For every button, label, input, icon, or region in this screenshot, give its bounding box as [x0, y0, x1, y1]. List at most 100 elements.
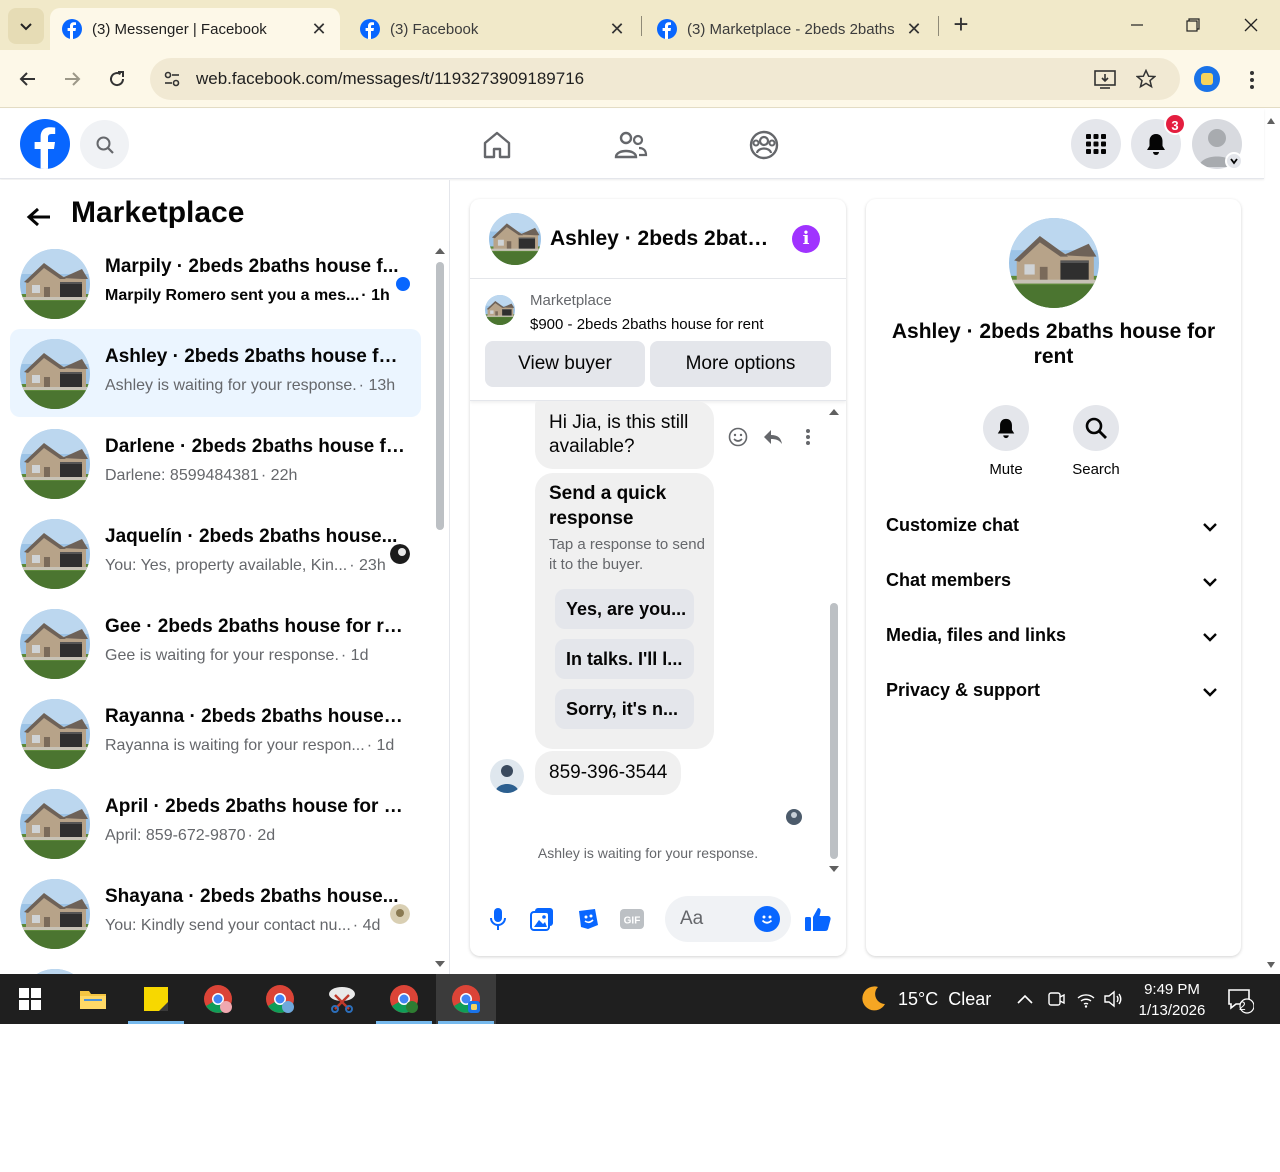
- message-input[interactable]: Aa: [665, 896, 791, 942]
- chat-scrollbar-thumb[interactable]: [830, 603, 838, 859]
- conversation-item[interactable]: Marpily · 2beds 2baths house f... Marpil…: [10, 239, 421, 327]
- conversation-item[interactable]: Jaquelín · 2beds 2baths house... You: Ye…: [10, 509, 421, 597]
- nav-groups[interactable]: [744, 125, 784, 165]
- mute-button[interactable]: [983, 405, 1029, 451]
- install-app-button[interactable]: [1093, 67, 1117, 91]
- tray-volume-icon[interactable]: [1101, 987, 1125, 1011]
- chat-scroll-down-arrow[interactable]: [828, 864, 840, 874]
- tray-meet-icon[interactable]: [1044, 987, 1068, 1011]
- conversation-name: April · 2beds 2baths house for r...: [105, 796, 405, 817]
- list-scrollbar-thumb[interactable]: [436, 262, 444, 530]
- profile-avatar[interactable]: [1009, 218, 1099, 308]
- chat-title[interactable]: Ashley · 2beds 2bath...: [550, 227, 770, 251]
- message-bubble[interactable]: Hi Jia, is this still available?: [535, 401, 714, 469]
- page-scroll-down-arrow[interactable]: [1266, 960, 1276, 970]
- sticker-button[interactable]: [574, 905, 602, 933]
- quick-response-option[interactable]: In talks. I'll l...: [555, 639, 694, 679]
- react-button[interactable]: [726, 425, 750, 449]
- chat-avatar[interactable]: [489, 213, 541, 265]
- system-clock[interactable]: 9:49 PM 1/13/2026: [1132, 979, 1212, 1021]
- menu-button[interactable]: [1071, 119, 1121, 169]
- account-menu-caret[interactable]: [1225, 152, 1243, 170]
- weather-widget[interactable]: 15°C Clear: [858, 984, 991, 1014]
- close-window-button[interactable]: [1236, 10, 1266, 40]
- mute-action[interactable]: Mute: [966, 405, 1046, 478]
- bookmark-button[interactable]: [1134, 67, 1158, 91]
- conversation-item[interactable]: Shayana · 2beds 2baths house... You: Kin…: [10, 869, 421, 957]
- conversation-item-selected[interactable]: Ashley · 2beds 2baths house for ... Ashl…: [10, 329, 421, 417]
- browser-menu-icon[interactable]: [1240, 68, 1264, 92]
- conversation-item[interactable]: Gee · 2beds 2baths house for rent Gee is…: [10, 599, 421, 687]
- restore-button[interactable]: [1178, 10, 1208, 40]
- facebook-search-button[interactable]: [80, 120, 129, 169]
- section-media-files-links[interactable]: Media, files and links: [866, 609, 1241, 664]
- conversation-preview: You: Yes, property available, Kin... · 2…: [105, 557, 405, 575]
- nav-home[interactable]: [477, 125, 517, 165]
- voice-clip-button[interactable]: [484, 905, 512, 933]
- gif-button[interactable]: GIF: [618, 905, 646, 933]
- search-in-conversation-button[interactable]: [1073, 405, 1119, 451]
- like-button[interactable]: [804, 905, 832, 933]
- show-hidden-icons-button[interactable]: [1013, 987, 1037, 1011]
- chevron-down-icon: [1203, 688, 1217, 697]
- search-action[interactable]: Search: [1056, 405, 1136, 478]
- reply-button[interactable]: [761, 425, 785, 449]
- star-icon: [1136, 69, 1156, 89]
- browser-tab-marketplace[interactable]: (3) Marketplace - 2beds 2baths ✕: [645, 8, 935, 50]
- nav-friends[interactable]: [611, 125, 651, 165]
- tab-close-icon[interactable]: ✕: [310, 19, 328, 40]
- new-tab-button[interactable]: +: [946, 10, 976, 40]
- view-buyer-button[interactable]: View buyer: [485, 341, 645, 387]
- taskbar-chrome-profile-3[interactable]: [374, 974, 434, 1024]
- preview-text: Ashley is waiting for your response.: [105, 377, 357, 394]
- info-icon[interactable]: i: [792, 225, 820, 253]
- listing-thumbnail: [20, 699, 90, 769]
- conversation-item-partial[interactable]: [10, 959, 421, 974]
- tab-search-button[interactable]: [8, 8, 44, 44]
- scroll-up-arrow[interactable]: [434, 246, 446, 256]
- section-customize-chat[interactable]: Customize chat: [866, 499, 1241, 554]
- attach-media-button[interactable]: [528, 905, 556, 933]
- tray-network-icon[interactable]: [1074, 987, 1098, 1011]
- taskbar-chrome-profile-4[interactable]: [436, 974, 496, 1024]
- taskbar-chrome-profile-1[interactable]: [188, 974, 248, 1024]
- conversation-item[interactable]: Darlene · 2beds 2baths house fo... Darle…: [10, 419, 421, 507]
- section-chat-members[interactable]: Chat members: [866, 554, 1241, 609]
- page-title: Marketplace: [71, 196, 245, 229]
- tab-close-icon[interactable]: ✕: [905, 19, 923, 40]
- taskbar-chrome-profile-2[interactable]: [250, 974, 310, 1024]
- site-settings-icon[interactable]: [162, 69, 182, 89]
- more-options-button[interactable]: More options: [650, 341, 831, 387]
- more-actions-button[interactable]: [796, 425, 820, 449]
- extension-icon[interactable]: [1194, 66, 1220, 92]
- quick-response-option[interactable]: Yes, are you...: [555, 589, 694, 629]
- conversation-name: Darlene · 2beds 2baths house fo...: [105, 436, 405, 457]
- tab-close-icon[interactable]: ✕: [608, 19, 626, 40]
- back-button[interactable]: [24, 202, 54, 232]
- forward-button[interactable]: [55, 62, 89, 96]
- conversation-item[interactable]: Rayanna · 2beds 2baths house f... Rayann…: [10, 689, 421, 777]
- unread-dot: [396, 277, 410, 291]
- preview-time: · 22h: [260, 467, 298, 484]
- taskbar-sticky-notes[interactable]: [126, 974, 186, 1024]
- facebook-logo[interactable]: [20, 119, 70, 169]
- listing-title[interactable]: $900 - 2beds 2baths house for rent: [530, 316, 764, 333]
- preview-time: · 23h: [349, 557, 386, 574]
- taskbar-snipping-tool[interactable]: [312, 974, 372, 1024]
- page-scroll-up-arrow[interactable]: [1266, 116, 1276, 126]
- back-button[interactable]: [11, 62, 45, 96]
- scroll-down-arrow[interactable]: [434, 959, 446, 969]
- start-button[interactable]: [0, 974, 60, 1024]
- address-bar[interactable]: web.facebook.com/messages/t/119327390918…: [150, 58, 1180, 100]
- message-bubble[interactable]: 859-396-3544: [535, 751, 682, 795]
- minimize-button[interactable]: [1122, 10, 1152, 40]
- taskbar-file-explorer[interactable]: [63, 974, 123, 1024]
- emoji-button[interactable]: [754, 906, 780, 932]
- chat-scroll-up-arrow[interactable]: [828, 407, 840, 417]
- section-privacy-support[interactable]: Privacy & support: [866, 664, 1241, 719]
- browser-tab-facebook[interactable]: (3) Facebook ✕: [348, 8, 638, 50]
- conversation-item[interactable]: April · 2beds 2baths house for r... Apri…: [10, 779, 421, 867]
- browser-tab-messenger[interactable]: (3) Messenger | Facebook ✕: [50, 8, 340, 50]
- reload-button[interactable]: [100, 62, 134, 96]
- quick-response-option[interactable]: Sorry, it's n...: [555, 689, 694, 729]
